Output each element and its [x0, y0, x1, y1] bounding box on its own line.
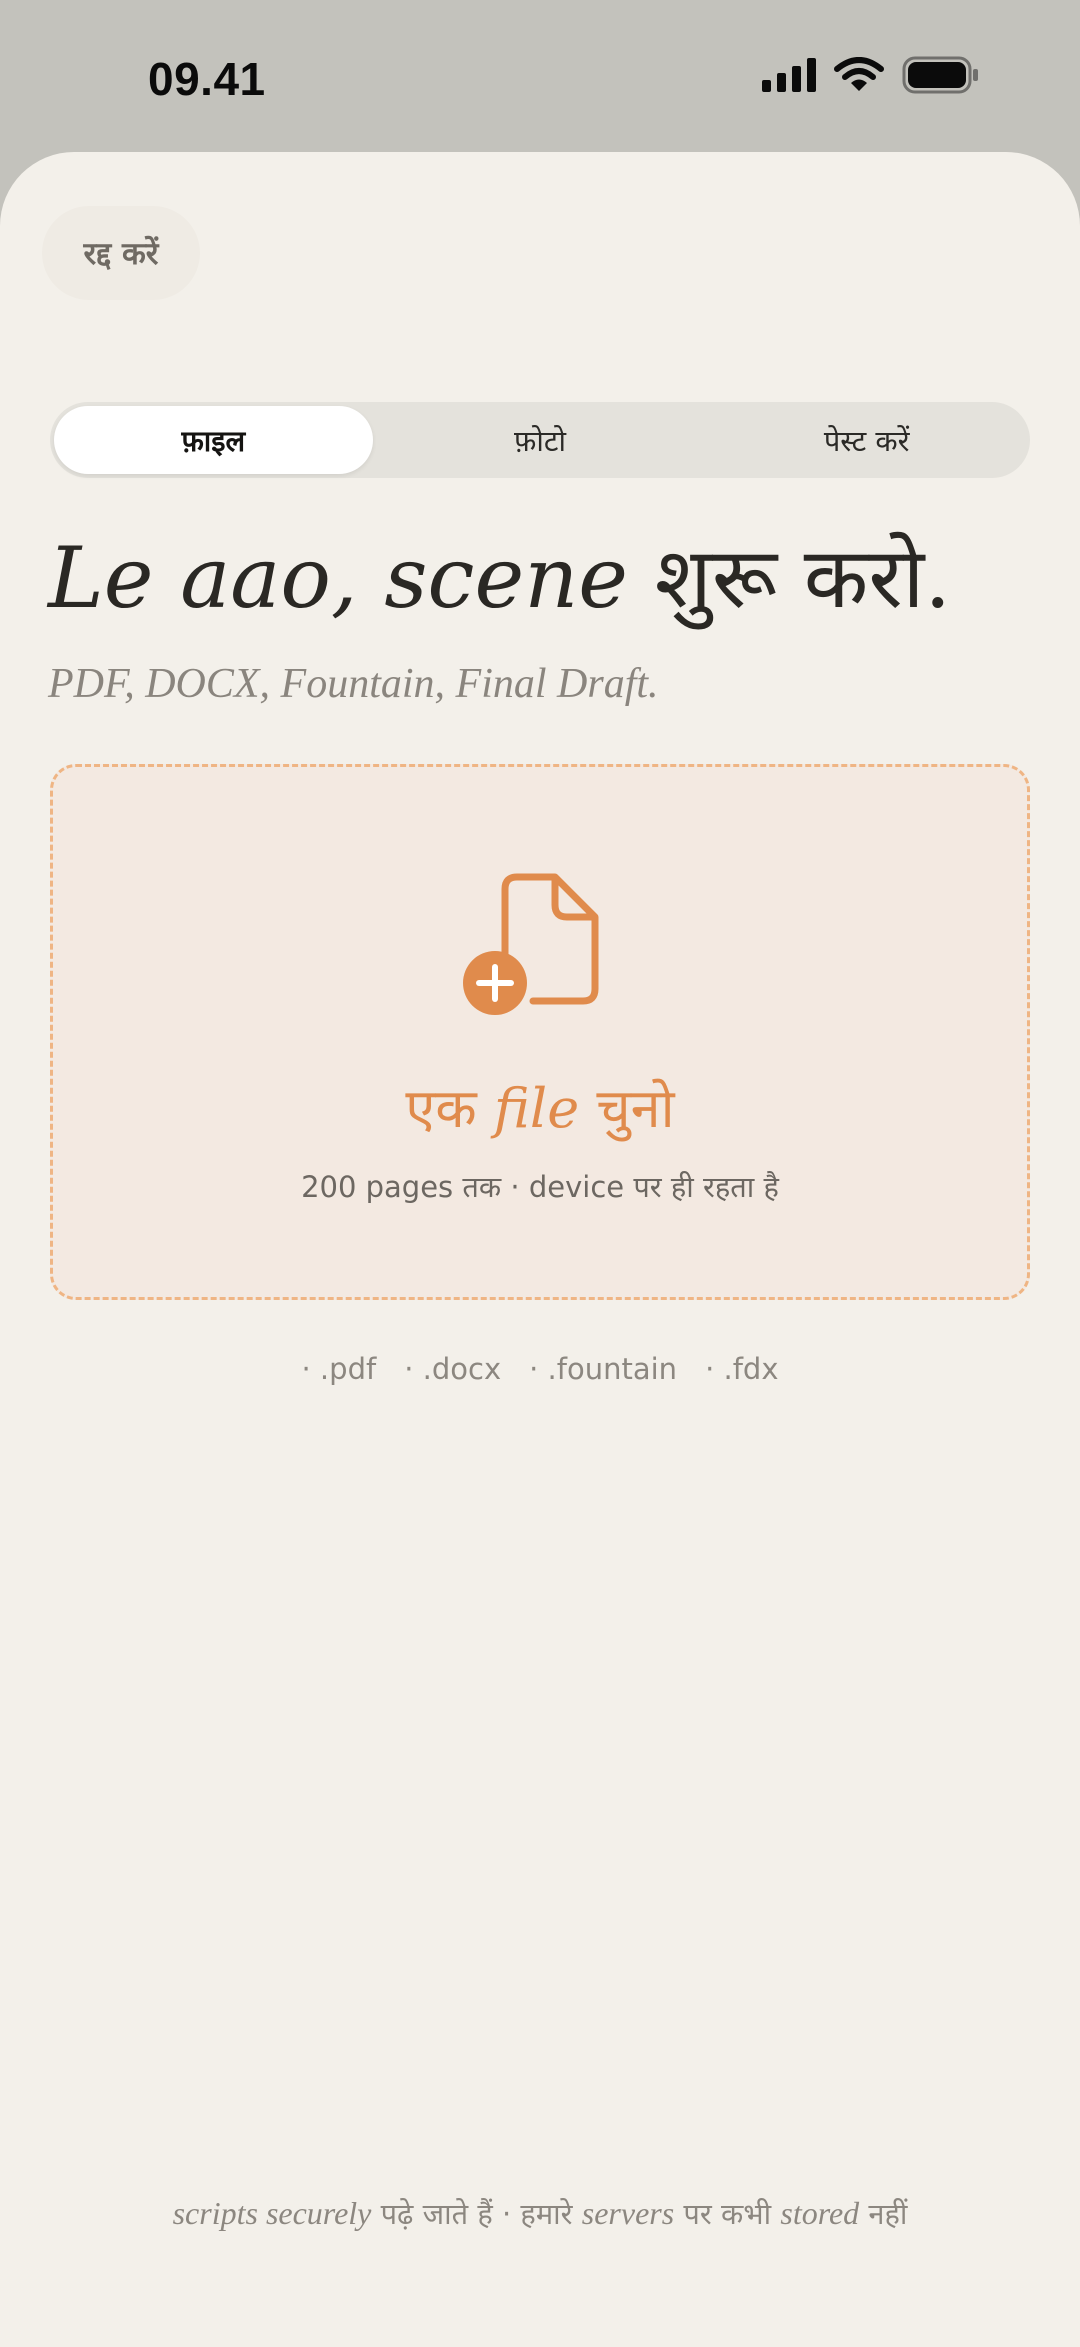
drop-zone-hint: 200 pages तक · device पर ही रहता है	[301, 1170, 779, 1204]
cancel-button[interactable]: रद्द करें	[42, 206, 200, 300]
wifi-icon	[834, 57, 884, 91]
source-tabs: फ़ाइल फ़ोटो पेस्ट करें	[50, 402, 1030, 478]
format-list: · .pdf · .docx · .fountain · .fdx	[0, 1352, 1080, 1386]
file-drop-zone[interactable]: एक file चुनो 200 pages तक · device पर ही…	[50, 764, 1030, 1300]
format-pdf: · .pdf	[301, 1352, 377, 1386]
privacy-note-part: stored	[780, 2195, 860, 2231]
tab-file[interactable]: फ़ाइल	[54, 406, 373, 474]
privacy-note-part: पर कभी	[674, 2197, 781, 2231]
status-icons	[762, 56, 980, 94]
choose-file-label-part: एक	[405, 1077, 494, 1140]
tab-photo[interactable]: फ़ोटो	[381, 406, 700, 474]
privacy-note: scripts securely पढ़े जाते हैं · हमारे s…	[0, 2194, 1080, 2233]
choose-file-label: एक file चुनो	[53, 1069, 1027, 1143]
choose-file-label-part: चुनो	[579, 1077, 675, 1140]
privacy-note-part: नहीं	[859, 2197, 908, 2231]
format-docx: · .docx	[404, 1352, 502, 1386]
privacy-note-part: servers	[581, 2195, 675, 2231]
upload-sheet: रद्द करें फ़ाइल फ़ोटो पेस्ट करें Le aao,…	[0, 152, 1080, 2347]
supported-formats-subtitle: PDF, DOCX, Fountain, Final Draft.	[48, 661, 659, 707]
choose-file-label-latin: file	[493, 1077, 580, 1140]
page-title-hindi: शुरू करो.	[628, 529, 952, 627]
privacy-note-part: पढ़े जाते हैं · हमारे	[371, 2197, 582, 2231]
battery-icon	[902, 56, 978, 94]
format-fdx: · .fdx	[705, 1352, 779, 1386]
status-bar: 09.41	[0, 0, 1080, 150]
tab-paste[interactable]: पेस्ट करें	[707, 406, 1026, 474]
page-title: Le aao, scene शुरू करो.	[48, 532, 951, 624]
format-fountain: · .fountain	[529, 1352, 678, 1386]
privacy-note-part: scripts securely	[172, 2195, 372, 2231]
status-time: 09.41	[148, 53, 266, 105]
cellular-signal-icon	[762, 58, 816, 92]
file-add-icon	[463, 873, 599, 1015]
page-title-latin: Le aao, scene	[48, 529, 629, 627]
